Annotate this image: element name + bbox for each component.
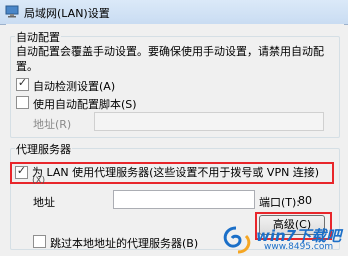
dialog-body: 自动配置 自动配置会覆盖手动设置。要确保使用手动设置，请禁用自动配 置。 ✓ 自…: [6, 24, 344, 256]
script-address-input[interactable]: [94, 112, 324, 131]
use-script-label[interactable]: 使用自动配置脚本(S): [33, 96, 137, 112]
auto-detect-label[interactable]: 自动检测设置(A): [33, 78, 115, 94]
use-script-checkbox[interactable]: [16, 96, 29, 109]
port-value[interactable]: 80: [298, 194, 312, 207]
use-proxy-checkbox[interactable]: ✓: [15, 164, 28, 179]
title-bar: 局域网(LAN)设置: [0, 0, 348, 25]
proxy-legend: 代理服务器: [15, 141, 72, 157]
swirl-logo-icon: [223, 226, 251, 254]
checkmark-icon: ✓: [16, 164, 27, 177]
auto-config-description-line1: 自动配置会覆盖手动设置。要确保使用手动设置，请禁用自动配: [16, 45, 324, 58]
use-proxy-label[interactable]: 为 LAN 使用代理服务器(这些设置不用于拨号或 VPN 连接): [32, 164, 319, 180]
script-address-label: 地址(R): [33, 118, 72, 131]
network-settings-icon: [5, 5, 19, 18]
use-proxy-shortcut: (X): [32, 176, 46, 186]
bypass-local-checkbox[interactable]: [33, 235, 46, 248]
proxy-address-label: 地址: [33, 196, 55, 209]
port-label: 端口(T):: [259, 196, 301, 209]
proxy-address-input[interactable]: [113, 190, 255, 209]
checkmark-icon: ✓: [17, 76, 28, 89]
window-title: 局域网(LAN)设置: [24, 7, 110, 20]
watermark: win7下载吧 www.8495.com: [218, 224, 348, 256]
auto-config-description-line2: 置。: [16, 60, 38, 73]
watermark-url: www.8495.com: [264, 242, 334, 252]
bypass-local-label[interactable]: 跳过本地地址的代理服务器(B): [50, 235, 198, 251]
auto-detect-checkbox[interactable]: ✓: [16, 76, 29, 91]
